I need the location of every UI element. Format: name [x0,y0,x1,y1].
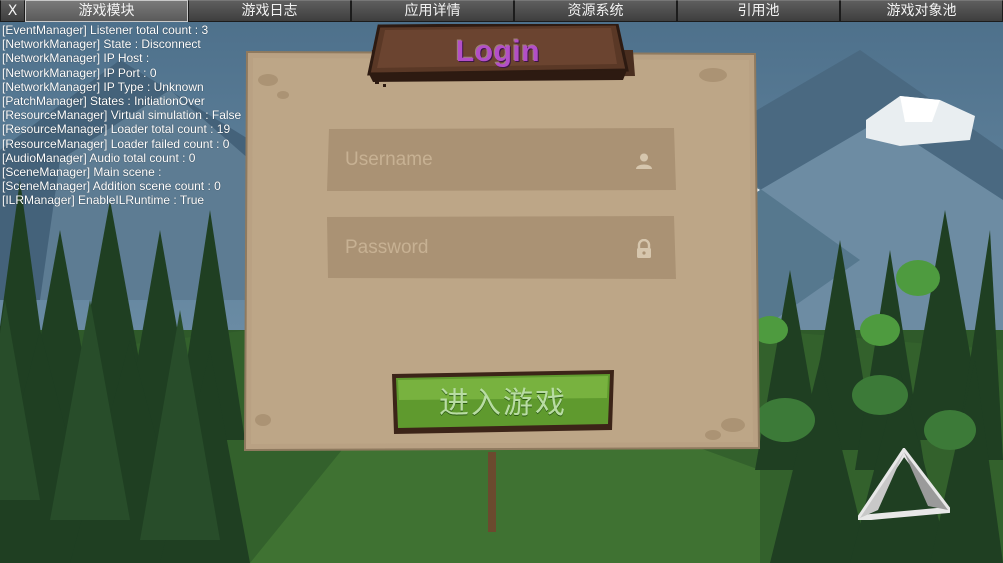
log-line: [SceneManager] Addition scene count : 0 [2,179,221,194]
password-field[interactable] [327,216,676,279]
user-icon [636,153,652,169]
log-line: [PatchManager] States : InitiationOver [2,94,205,109]
username-input[interactable] [345,146,625,174]
tab-app-details[interactable]: 应用详情 [351,0,514,22]
log-line: [SceneManager] Main scene : [2,165,162,180]
log-line: [AudioManager] Audio total count : 0 [2,150,196,165]
tab-game-modules[interactable]: 游戏模块 [25,0,188,22]
log-line: [NetworkManager] State : Disconnect [2,37,201,52]
debug-close-button[interactable]: X [0,0,25,22]
login-title: Login [455,35,541,68]
log-line: [ILRManager] EnableILRuntime : True [2,193,205,208]
log-line: [NetworkManager] IP Host : [2,51,150,66]
log-line: [NetworkManager] IP Port : 0 [2,65,157,80]
tab-game-log[interactable]: 游戏日志 [188,0,351,22]
log-line: [EventManager] Listener total count : 3 [2,23,209,37]
log-line: [NetworkManager] IP Type : Unknown [2,79,204,94]
password-input[interactable] [345,234,625,262]
tab-reference-pool[interactable]: 引用池 [677,0,840,22]
lock-icon [637,239,651,258]
tab-resource-system[interactable]: 资源系统 [514,0,677,22]
login-panel: Login 进入游戏 [243,24,761,452]
log-line: [ResourceManager] Loader failed count : … [2,136,230,151]
enter-game-button[interactable]: 进入游戏 [390,370,616,434]
username-field[interactable] [327,128,676,191]
log-line: [ResourceManager] Loader total count : 1… [2,122,231,137]
enter-game-label: 进入游戏 [439,386,567,421]
triangle-cursor-icon [858,448,950,520]
log-line: [ResourceManager] Virtual simulation : F… [2,108,242,123]
tab-game-object-pool[interactable]: 游戏对象池 [840,0,1003,22]
debug-log: [EventManager] Listener total count : 3 … [2,23,241,208]
debug-toolbar: X 游戏模块 游戏日志 应用详情 资源系统 引用池 游戏对象池 [0,0,1003,22]
